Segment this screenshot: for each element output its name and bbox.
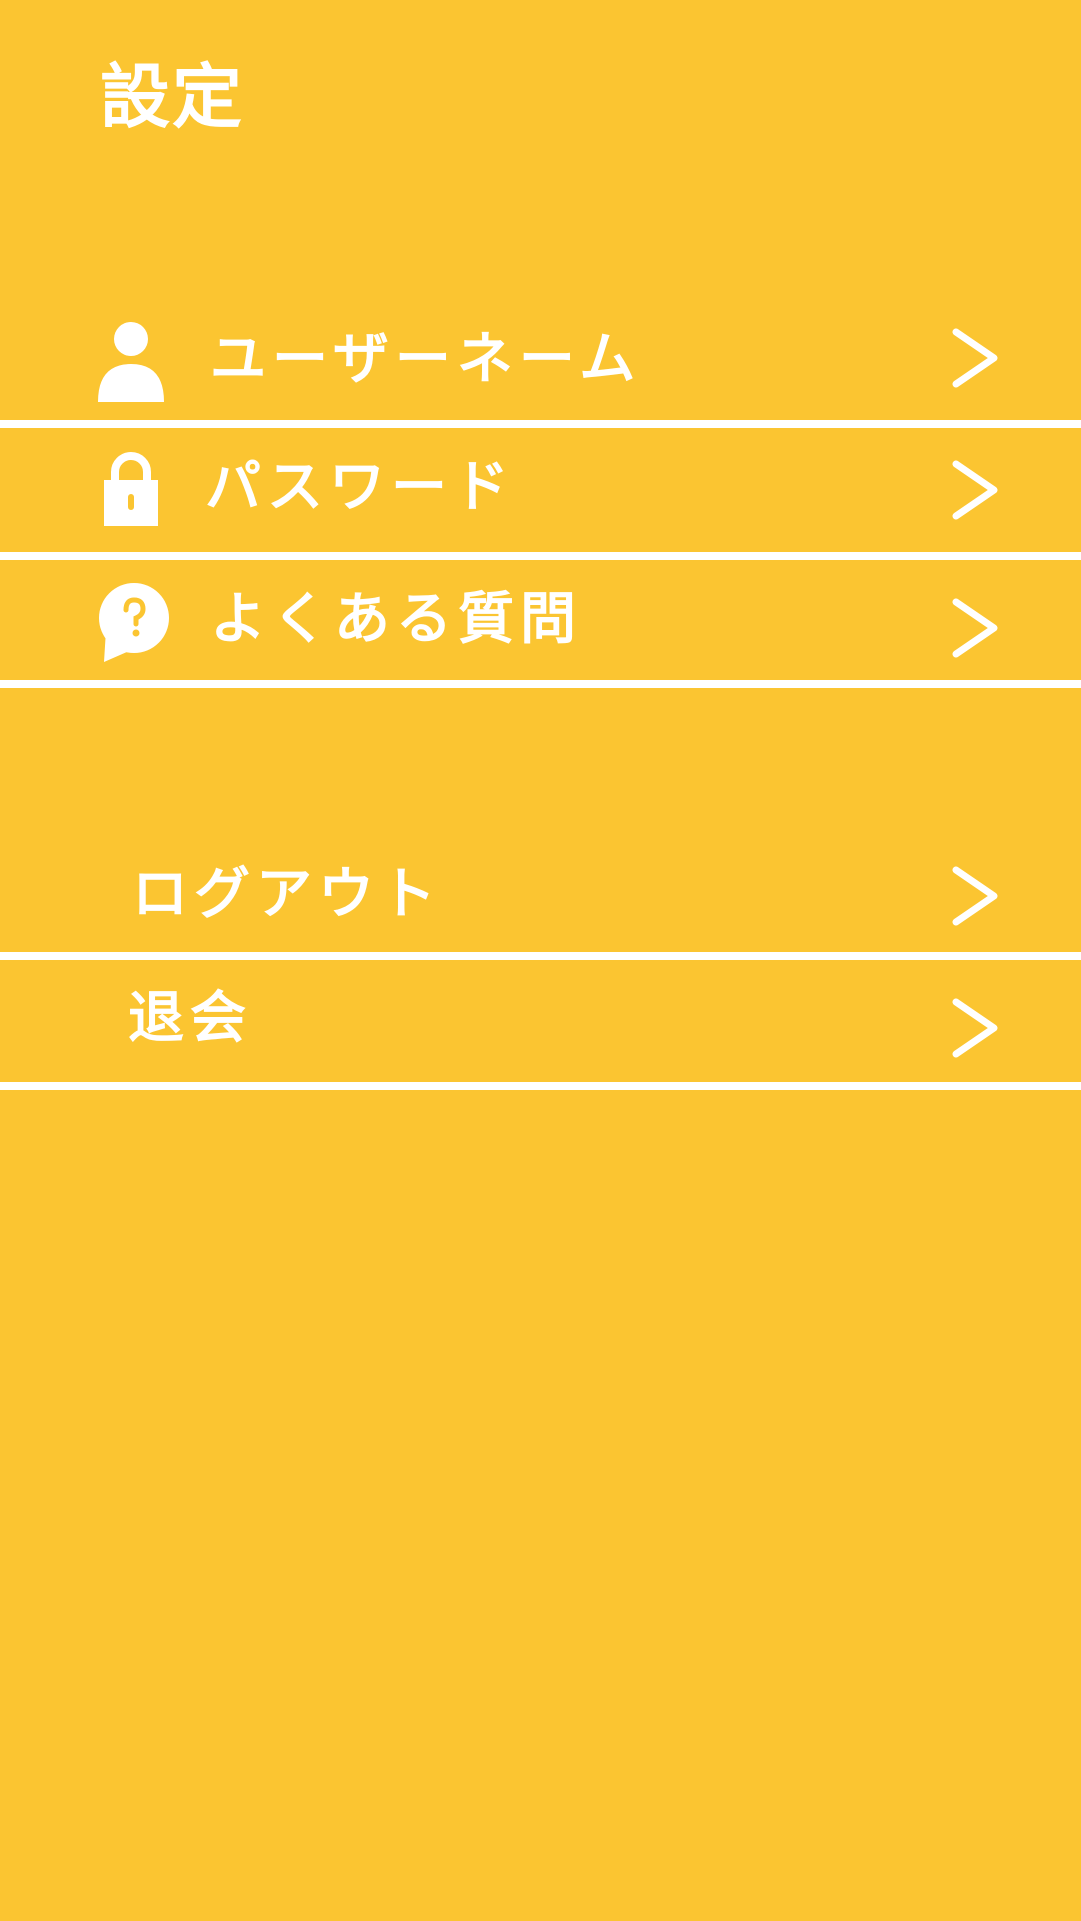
menu-item-withdraw[interactable]: 退会	[0, 960, 1081, 1082]
page-title: 設定	[100, 56, 244, 138]
menu-item-label: よくある質問	[210, 587, 582, 652]
menu-item-label: 退会	[128, 986, 252, 1051]
divider	[0, 552, 1081, 560]
divider	[0, 420, 1081, 428]
menu-item-label: ログアウト	[132, 862, 442, 927]
user-icon	[96, 322, 166, 402]
menu-item-password[interactable]: パスワード	[0, 428, 1081, 552]
chevron-right-icon	[950, 458, 1000, 522]
chevron-right-icon	[950, 326, 1000, 390]
chevron-right-icon	[950, 596, 1000, 660]
chevron-right-icon	[950, 864, 1000, 928]
settings-screen: 設定 ユーザーネーム パスワード よくある質問 ログアウト 退会	[0, 0, 1081, 1921]
divider	[0, 680, 1081, 688]
chevron-right-icon	[950, 996, 1000, 1060]
faq-icon	[96, 580, 169, 662]
divider	[0, 952, 1081, 960]
menu-item-faq[interactable]: よくある質問	[0, 560, 1081, 680]
lock-icon	[102, 450, 172, 530]
divider	[0, 1082, 1081, 1090]
menu-item-label: パスワード	[205, 455, 515, 520]
menu-item-label: ユーザーネーム	[210, 327, 642, 392]
menu-item-username[interactable]: ユーザーネーム	[0, 300, 1081, 420]
menu-item-logout[interactable]: ログアウト	[0, 820, 1081, 952]
